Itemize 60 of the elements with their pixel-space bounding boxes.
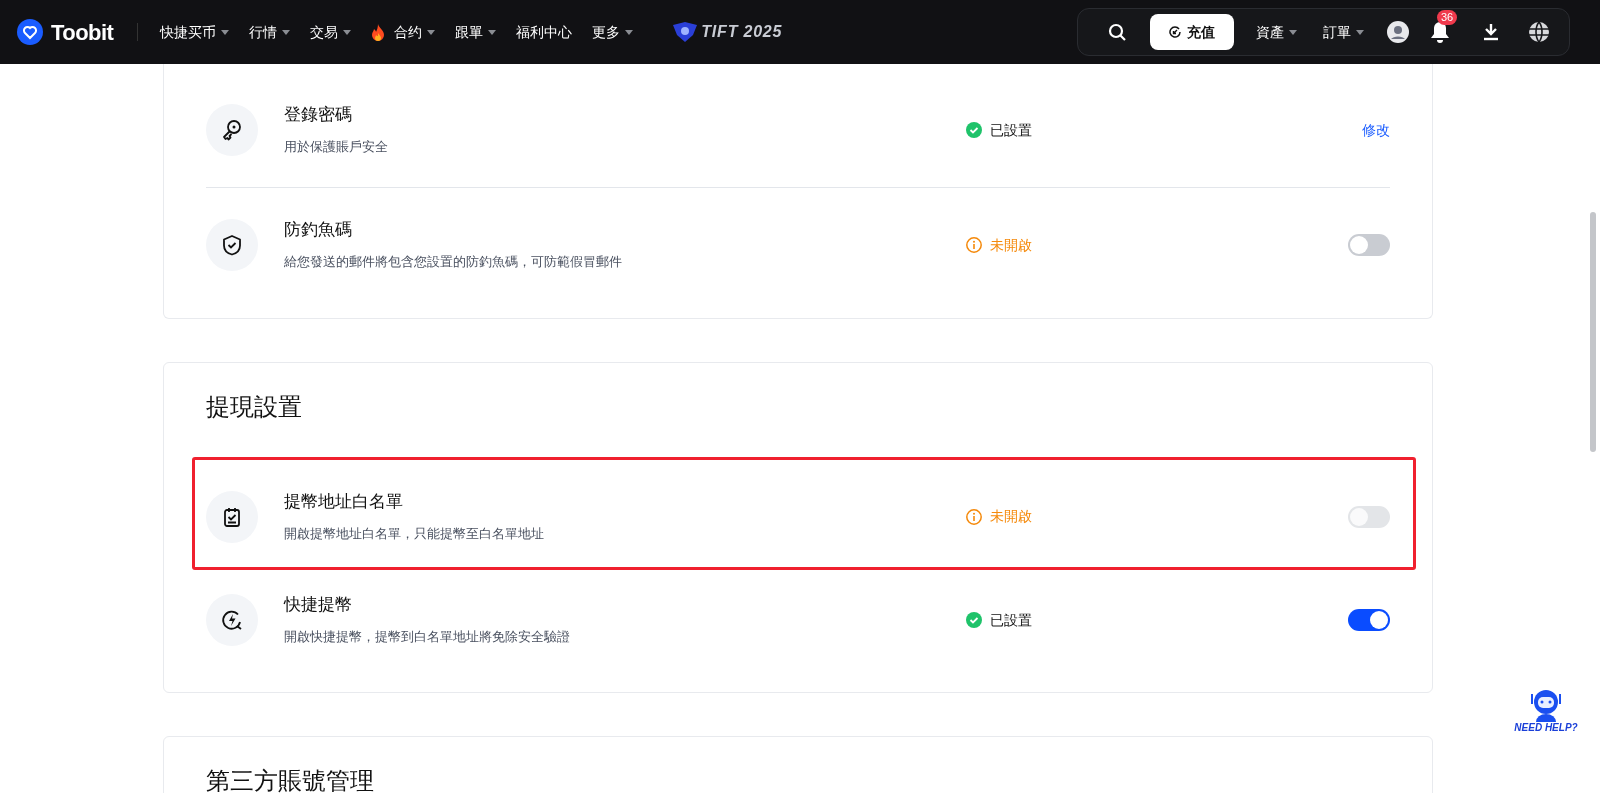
lightning-icon	[221, 609, 243, 631]
scrollbar-thumb[interactable]	[1590, 212, 1596, 452]
toggle-switch[interactable]	[1348, 609, 1390, 631]
search-icon	[1108, 23, 1126, 41]
setting-description: 給您發送的郵件將包含您設置的防釣魚碼，可防範假冒郵件	[284, 254, 623, 270]
section-title: 提現設置	[206, 392, 303, 422]
setting-description: 用於保護賬戶安全	[284, 139, 389, 155]
status-text: 未開啟	[990, 507, 1032, 526]
status-text: 已設置	[990, 610, 1032, 630]
section-title: 第三方賬號管理	[206, 766, 375, 793]
deposit-icon	[1169, 26, 1181, 38]
setting-description: 開啟提幣地址白名單，只能提幣至白名單地址	[284, 525, 545, 542]
setting-title: 登錄密碼	[284, 105, 353, 125]
event-logo[interactable]: TIFT 2025	[673, 20, 783, 44]
notifications-button[interactable]	[1428, 20, 1452, 44]
shield-check-icon	[221, 234, 243, 256]
download-icon	[1482, 23, 1500, 41]
caret-icon	[221, 29, 230, 35]
nav-menu-item[interactable]: 交易	[300, 21, 362, 43]
setting-title: 防釣魚碼	[284, 220, 353, 240]
setting-description: 開啟快捷提幣，提幣到白名單地址將免除安全驗證	[284, 629, 571, 645]
status-text: 已設置	[990, 120, 1032, 140]
notification-badge: 36	[1437, 10, 1458, 25]
logo-text[interactable]: Toobit	[51, 15, 114, 49]
setting-title: 提幣地址白名單	[284, 491, 404, 512]
nav-menu-item[interactable]: 跟單	[445, 21, 507, 43]
clipboard-check-icon	[221, 505, 243, 528]
edit-link[interactable]: 修改	[1362, 119, 1390, 141]
caret-icon	[343, 29, 352, 35]
nav-menu-item[interactable]: 快捷买币	[150, 21, 240, 43]
info-icon	[966, 508, 982, 525]
setting-title: 快捷提幣	[284, 595, 353, 615]
caret-icon	[427, 29, 436, 35]
nav-menu-item[interactable]: 合约	[361, 21, 446, 43]
caret-icon	[1289, 29, 1297, 35]
nav-menu-item[interactable]: 資產	[1256, 21, 1297, 43]
fire-icon	[371, 23, 386, 41]
shield-emblem-icon	[673, 22, 698, 42]
language-button[interactable]	[1528, 21, 1550, 43]
key-icon	[221, 119, 243, 141]
bell-icon	[1430, 21, 1450, 43]
deposit-button[interactable]: 充值	[1150, 14, 1234, 50]
info-icon	[966, 237, 982, 253]
check-circle-icon	[966, 122, 982, 138]
caret-icon	[625, 29, 634, 35]
nav-menu-item[interactable]: 行情	[239, 21, 301, 43]
logo-icon	[17, 19, 43, 45]
check-circle-icon	[966, 612, 982, 628]
caret-icon	[488, 29, 497, 35]
nav-menu-item[interactable]: 福利中心	[506, 21, 583, 43]
caret-icon	[282, 29, 291, 35]
account-button[interactable]	[1386, 20, 1410, 44]
nav-menu-item[interactable]: 訂單	[1323, 21, 1364, 43]
caret-icon	[1356, 29, 1364, 35]
avatar-icon	[1386, 20, 1410, 44]
status-text: 未開啟	[990, 235, 1032, 255]
robot-icon	[1528, 688, 1564, 722]
nav-menu-item[interactable]: 更多	[582, 21, 644, 43]
toggle-switch[interactable]	[1348, 234, 1390, 256]
globe-icon	[1528, 21, 1550, 43]
